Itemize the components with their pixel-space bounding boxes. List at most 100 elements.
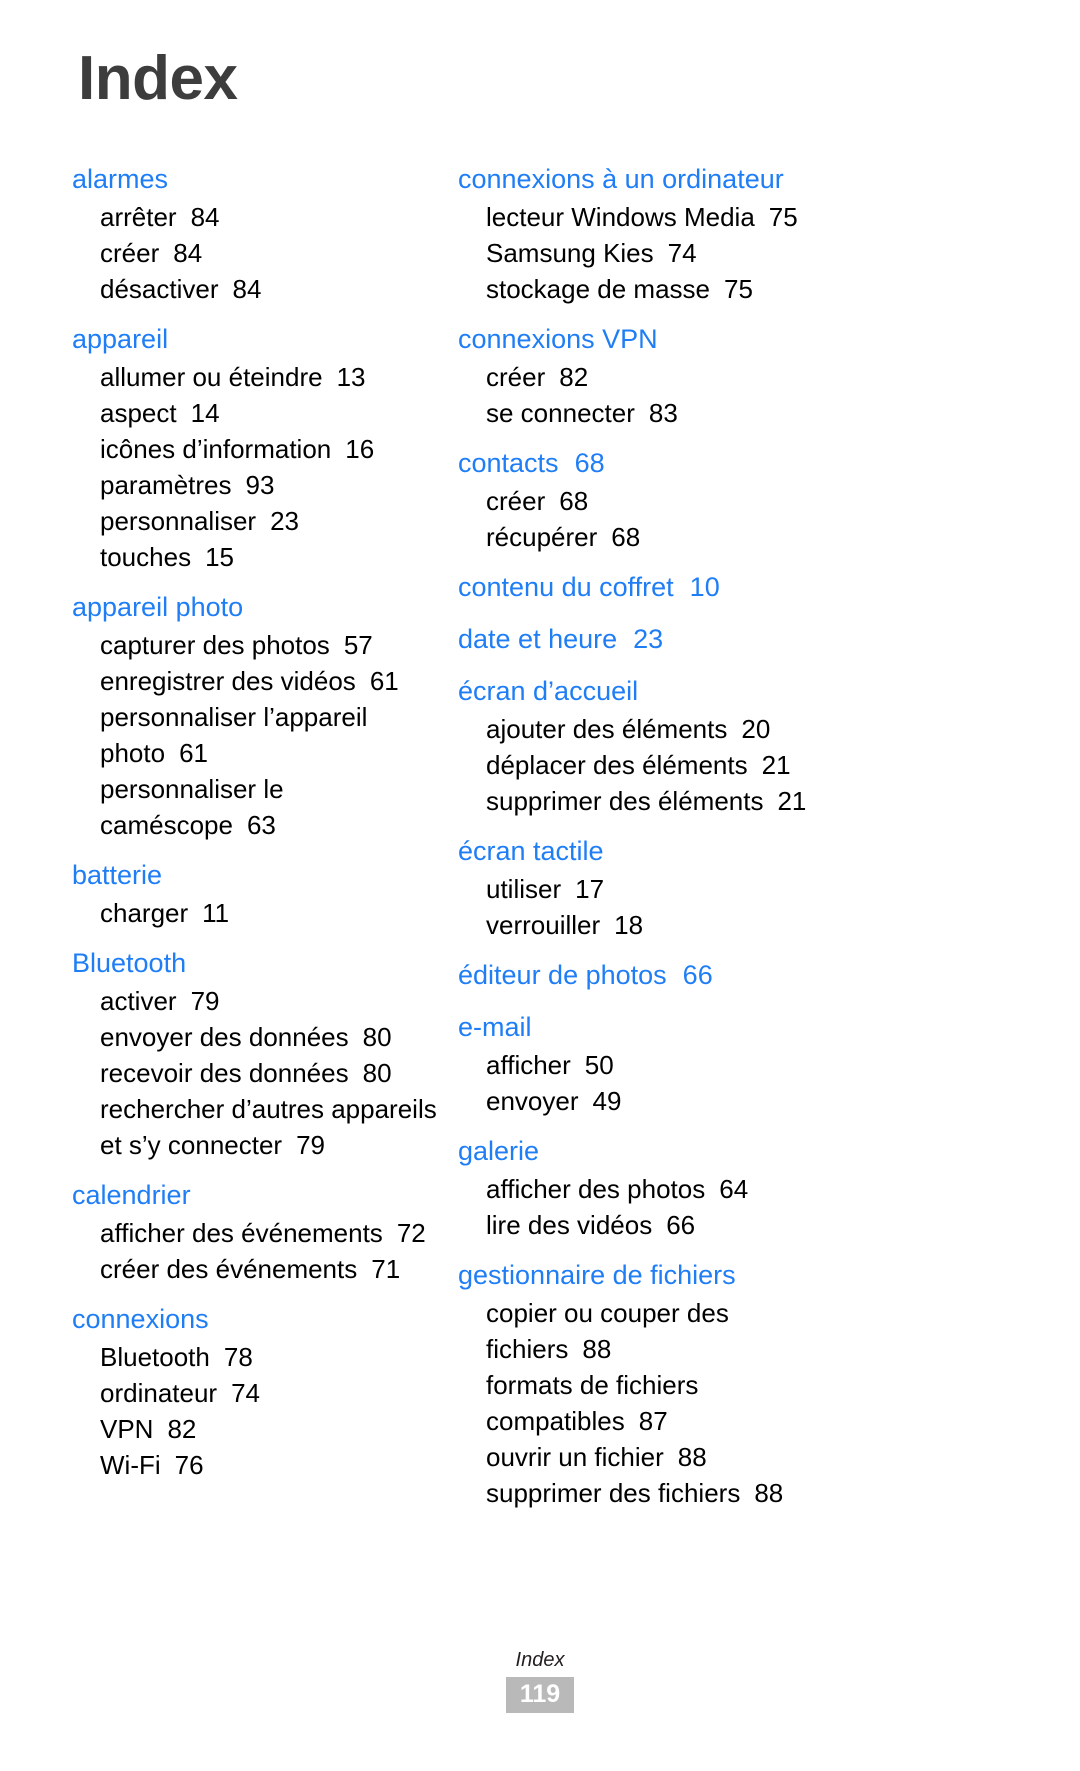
index-subentry[interactable]: arrêter 84 (72, 199, 424, 235)
index-subentry[interactable]: paramètres 93 (72, 467, 424, 503)
index-subentry[interactable]: supprimer des éléments 21 (458, 783, 1010, 819)
index-subentry-label: VPN (100, 1414, 154, 1444)
index-subentry-page: 79 (296, 1130, 326, 1160)
index-group-heading-label: appareil photo (72, 592, 244, 622)
index-subentry[interactable]: déplacer des éléments 21 (458, 747, 1010, 783)
index-subentry[interactable]: récupérer 68 (458, 519, 1010, 555)
index-subentry[interactable]: capturer des photos 57 (72, 627, 424, 663)
index-group-heading[interactable]: gestionnaire de fichiers (458, 1256, 1010, 1295)
index-group-heading[interactable]: écran tactile (458, 832, 1010, 871)
index-subentry[interactable]: aspect 14 (72, 395, 424, 431)
index-subentry[interactable]: ouvrir un fichier 88 (458, 1439, 1010, 1475)
index-subentry[interactable]: rechercher d’autres appareils (72, 1091, 437, 1127)
index-group: e-mail afficher 50 envoyer 49 (458, 1008, 1010, 1119)
index-subentry-page: 16 (345, 434, 375, 464)
index-subentry[interactable]: personnaliser le (72, 771, 424, 807)
index-subentry[interactable]: créer 84 (72, 235, 424, 271)
index-group-heading-label: date et heure (458, 624, 618, 654)
index-subentry-page: 83 (648, 398, 678, 428)
index-group-heading-label: connexions (72, 1304, 209, 1334)
index-subentry[interactable]: créer 68 (458, 483, 1010, 519)
index-subentry[interactable]: envoyer 49 (458, 1083, 1010, 1119)
index-group-heading[interactable]: contacts 68 (458, 444, 1010, 483)
index-subentry[interactable]: afficher des photos 64 (458, 1171, 1010, 1207)
index-group-heading[interactable]: éditeur de photos 66 (458, 956, 1010, 995)
index-subentry-page: 68 (559, 486, 589, 516)
index-group-heading[interactable]: contenu du coffret 10 (458, 568, 1010, 607)
index-subentry[interactable]: lecteur Windows Media 75 (458, 199, 1010, 235)
index-subentry[interactable]: verrouiller 18 (458, 907, 1010, 943)
left-column: alarmes arrêter 84 créer 84 désactiver 84 appar… (0, 160, 437, 1483)
index-subentry-list: allumer ou éteindre 13 aspect 14 icônes d’in… (72, 359, 424, 575)
index-subentry-label: créer (486, 486, 546, 516)
index-group-heading[interactable]: alarmes (72, 160, 424, 199)
index-subentry[interactable]: enregistrer des vidéos 61 (72, 663, 424, 699)
index-subentry[interactable]: et s’y connecter 79 (72, 1127, 424, 1163)
index-subentry[interactable]: lire des vidéos 66 (458, 1207, 1010, 1243)
index-subentry[interactable]: touches 15 (72, 539, 424, 575)
index-subentry[interactable]: ajouter des éléments 20 (458, 711, 1010, 747)
index-subentry-list: charger 11 (72, 895, 424, 931)
index-subentry[interactable]: personnaliser 23 (72, 503, 424, 539)
index-subentry-page: 14 (190, 398, 220, 428)
index-group-heading[interactable]: appareil photo (72, 588, 424, 627)
index-subentry[interactable]: Bluetooth 78 (72, 1339, 424, 1375)
index-group-heading[interactable]: écran d’accueil (458, 672, 1010, 711)
index-subentry-page: 79 (190, 986, 220, 1016)
index-subentry[interactable]: photo 61 (72, 735, 424, 771)
index-subentry[interactable]: compatibles 87 (458, 1403, 1010, 1439)
index-subentry-label: afficher des événements (100, 1218, 383, 1248)
index-group: écran tactile utiliser 17 verrouiller 18 (458, 832, 1010, 943)
index-subentry[interactable]: créer 82 (458, 359, 1010, 395)
index-subentry[interactable]: formats de fichiers (458, 1367, 1010, 1403)
index-group-heading-label: contenu du coffret (458, 572, 674, 602)
index-subentry[interactable]: stockage de masse 75 (458, 271, 1010, 307)
index-subentry[interactable]: ordinateur 74 (72, 1375, 424, 1411)
index-group-heading[interactable]: Bluetooth (72, 944, 424, 983)
index-group-heading[interactable]: connexions VPN (458, 320, 1010, 359)
index-subentry[interactable]: caméscope 63 (72, 807, 424, 843)
index-subentry[interactable]: utiliser 17 (458, 871, 1010, 907)
index-group-heading[interactable]: date et heure 23 (458, 620, 1010, 659)
index-subentry[interactable]: charger 11 (72, 895, 424, 931)
index-subentry[interactable]: fichiers 88 (458, 1331, 1010, 1367)
index-group-heading[interactable]: calendrier (72, 1176, 424, 1215)
index-subentry-page: 15 (205, 542, 234, 572)
index-subentry-label: lecteur Windows Media (486, 202, 755, 232)
index-subentry[interactable]: Samsung Kies 74 (458, 235, 1010, 271)
index-group-heading[interactable]: connexions à un ordinateur (458, 160, 1010, 199)
index-group: date et heure 23 (458, 620, 1010, 659)
index-subentry[interactable]: désactiver 84 (72, 271, 424, 307)
index-subentry-label: et s’y connecter (100, 1130, 283, 1160)
index-subentry-label: ouvrir un fichier (486, 1442, 664, 1472)
index-subentry[interactable]: se connecter 83 (458, 395, 1010, 431)
index-subentry[interactable]: copier ou couper des (458, 1295, 1010, 1331)
index-subentry[interactable]: créer des événements 71 (72, 1251, 424, 1287)
index-subentry-page: 11 (202, 898, 230, 928)
index-subentry[interactable]: envoyer des données 80 (72, 1019, 424, 1055)
index-subentry[interactable]: Wi-Fi 76 (72, 1447, 424, 1483)
index-group-heading[interactable]: connexions (72, 1300, 424, 1339)
index-group-heading-label: connexions VPN (458, 324, 658, 354)
index-subentry-page: 63 (246, 810, 276, 840)
index-subentry[interactable]: allumer ou éteindre 13 (72, 359, 424, 395)
index-subentry[interactable]: VPN 82 (72, 1411, 424, 1447)
index-group-heading[interactable]: galerie (458, 1132, 1010, 1171)
index-group-heading[interactable]: batterie (72, 856, 424, 895)
index-group-heading-label: alarmes (72, 164, 169, 194)
index-subentry[interactable]: supprimer des fichiers 88 (458, 1475, 1010, 1511)
index-subentry[interactable]: afficher 50 (458, 1047, 1010, 1083)
index-subentry[interactable]: personnaliser l’appareil (72, 699, 424, 735)
index-subentry-page: 21 (761, 750, 791, 780)
index-subentry[interactable]: recevoir des données 80 (72, 1055, 424, 1091)
index-subentry[interactable]: activer 79 (72, 983, 424, 1019)
index-group: éditeur de photos 66 (458, 956, 1010, 995)
index-subentry[interactable]: icônes d’information 16 (72, 431, 424, 467)
index-group-heading[interactable]: appareil (72, 320, 424, 359)
index-subentry[interactable]: afficher des événements 72 (72, 1215, 426, 1251)
index-group-heading-label: galerie (458, 1136, 540, 1166)
page-footer: Index 119 (0, 1647, 1080, 1713)
index-subentry-label: charger (100, 898, 189, 928)
index-group-heading[interactable]: e-mail (458, 1008, 1010, 1047)
index-subentry-label: allumer ou éteindre (100, 362, 323, 392)
